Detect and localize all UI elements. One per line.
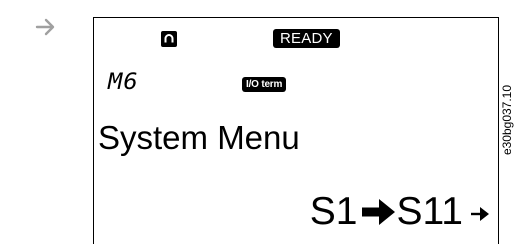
nav-current-item: S1 — [309, 190, 358, 233]
arrow-right-small-icon — [471, 207, 489, 221]
control-place-badge: I/O term — [242, 77, 287, 92]
figure-reference-code: e30bg037.10 — [498, 40, 516, 200]
figure-reference-text: e30bg037.10 — [500, 84, 514, 156]
nav-target-item: S11 — [396, 190, 464, 233]
keypad-display: READY M6 I/O term System Menu S1 S11 — [93, 17, 499, 244]
keypad-control-icon — [161, 31, 177, 47]
arrow-right-icon — [35, 18, 55, 36]
submenu-navigation: S1 S11 — [310, 190, 490, 234]
status-badge: READY — [273, 29, 340, 48]
menu-title: System Menu — [98, 119, 300, 156]
manual-figure: READY M6 I/O term System Menu S1 S11 e30… — [0, 0, 517, 244]
arrow-right-bold-icon — [361, 199, 395, 225]
menu-location-code: M6 — [108, 70, 139, 95]
